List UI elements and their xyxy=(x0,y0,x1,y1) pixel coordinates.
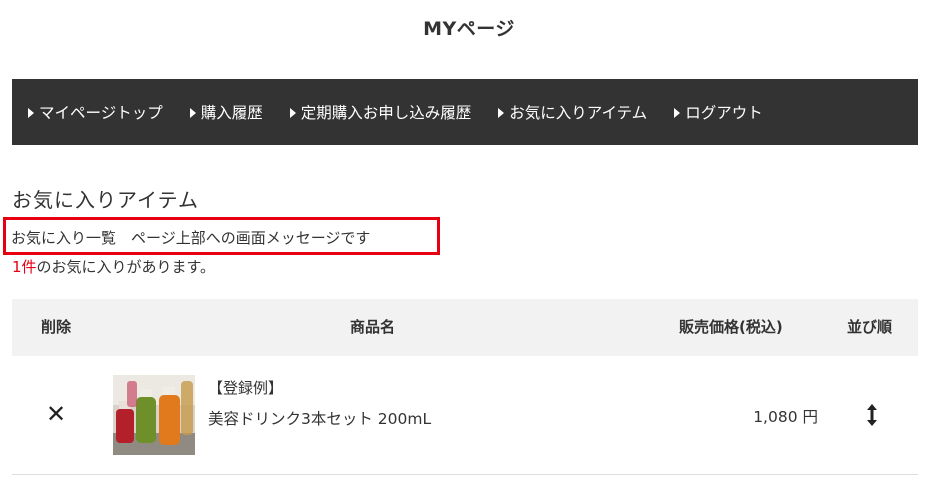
nav-item-purchase-history[interactable]: 購入履歴 xyxy=(189,101,263,123)
product-tag: 【登録例】 xyxy=(208,379,284,397)
table-header: 削除 商品名 販売価格(税込) 並び順 xyxy=(12,299,918,356)
nav-item-label: 定期購入お申し込み履歴 xyxy=(300,104,472,122)
nav-item-label: マイページトップ xyxy=(39,104,163,122)
product-price: 1,080 円 xyxy=(753,408,818,426)
product-thumbnail[interactable] xyxy=(113,375,195,455)
nav-item-label: お気に入りアイテム xyxy=(509,104,648,122)
triangle-right-icon xyxy=(498,107,505,118)
section-heading: お気に入りアイテム xyxy=(12,188,199,212)
favorites-count-line: 1件のお気に入りがあります。 xyxy=(12,256,215,277)
triangle-right-icon xyxy=(189,107,196,118)
column-header-price: 販売価格(税込) xyxy=(679,318,783,336)
column-header-delete: 削除 xyxy=(41,318,72,336)
triangle-right-icon xyxy=(674,107,681,118)
nav-item-logout[interactable]: ログアウト xyxy=(674,101,763,123)
column-header-name: 商品名 xyxy=(350,318,396,336)
page-title: MYページ xyxy=(423,18,515,40)
favorites-count: 1件 xyxy=(12,258,37,276)
triangle-right-icon xyxy=(289,107,296,118)
nav-item-label: 購入履歴 xyxy=(200,104,263,122)
product-name-link[interactable]: 美容ドリンク3本セット 200mL xyxy=(208,407,431,429)
close-icon[interactable]: ✕ xyxy=(46,402,66,426)
nav-item-subscription-history[interactable]: 定期購入お申し込み履歴 xyxy=(289,101,472,123)
favorites-count-suffix: のお気に入りがあります。 xyxy=(36,258,216,276)
nav-item-label: ログアウト xyxy=(685,104,763,122)
vertical-arrows-icon[interactable] xyxy=(866,404,878,426)
table-row: ✕ 【登録例】 美容ドリンク3本セット 200mL 1,080 円 xyxy=(12,356,918,475)
mypage-nav: マイページトップ 購入履歴 定期購入お申し込み履歴 お気に入りアイテム ログアウ… xyxy=(12,79,918,145)
triangle-right-icon xyxy=(28,107,34,118)
nav-item-favorites[interactable]: お気に入りアイテム xyxy=(498,101,647,123)
nav-item-mypage-top[interactable]: マイページトップ xyxy=(28,101,163,123)
page-message: お気に入り一覧 ページ上部への画面メッセージです xyxy=(11,229,371,247)
column-header-order: 並び順 xyxy=(847,318,893,336)
